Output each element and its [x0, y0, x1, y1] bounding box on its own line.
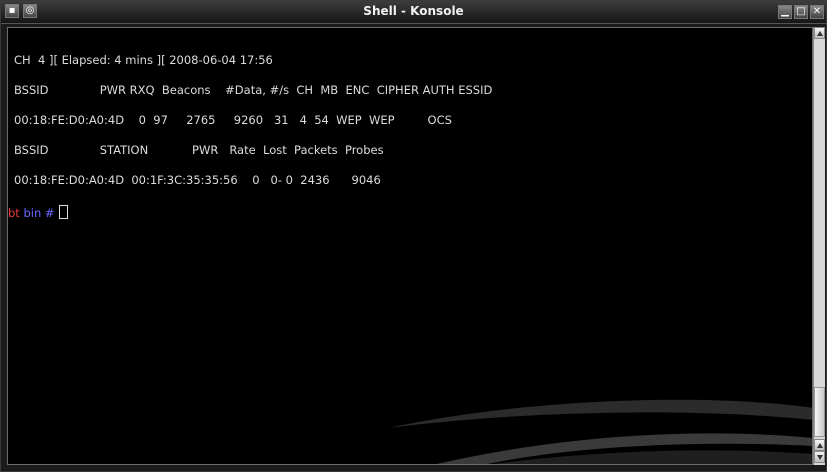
vertical-scrollbar[interactable]: [813, 27, 825, 465]
scroll-up-button-bottom[interactable]: [814, 439, 825, 451]
scroll-down-button[interactable]: [814, 451, 825, 463]
prompt-user: bt: [8, 206, 20, 220]
maximize-button[interactable]: □: [794, 5, 808, 19]
arrow-down-icon: [817, 455, 823, 460]
arrow-up-icon: [817, 31, 823, 36]
prompt-dir: bin: [23, 206, 42, 220]
title-bar[interactable]: ▪ ◎ Shell - Konsole ▁ □ ✕: [1, 1, 826, 24]
close-button[interactable]: ✕: [810, 5, 824, 19]
terminal-line-ap-columns: BSSID PWR RXQ Beacons #Data, #/s CH MB E…: [14, 83, 493, 97]
window-title: Shell - Konsole: [363, 4, 464, 18]
minimize-button[interactable]: ▁: [778, 5, 792, 19]
terminal-line-header: CH 4 ][ Elapsed: 4 mins ][ 2008-06-04 17…: [14, 53, 273, 67]
shell-prompt[interactable]: bt bin #: [8, 205, 68, 220]
scroll-up-button[interactable]: [814, 27, 825, 39]
terminal-area[interactable]: CH 4 ][ Elapsed: 4 mins ][ 2008-06-04 17…: [7, 27, 813, 465]
scrollbar-thumb[interactable]: [814, 387, 825, 437]
prompt-symbol: #: [44, 206, 55, 220]
terminal-line-station-row: 00:18:FE:D0:A0:4D 00:1F:3C:35:35:56 0 0-…: [14, 173, 381, 187]
konsole-window: ▪ ◎ Shell - Konsole ▁ □ ✕ CH 4 ][ Elapse…: [0, 0, 827, 472]
arrow-up-icon: [817, 443, 823, 448]
terminal-line-station-columns: BSSID STATION PWR Rate Lost Packets Prob…: [14, 143, 384, 157]
text-cursor: [58, 205, 68, 219]
terminal-line-ap-row: 00:18:FE:D0:A0:4D 0 97 2765 9260 31 4 54…: [14, 113, 452, 127]
